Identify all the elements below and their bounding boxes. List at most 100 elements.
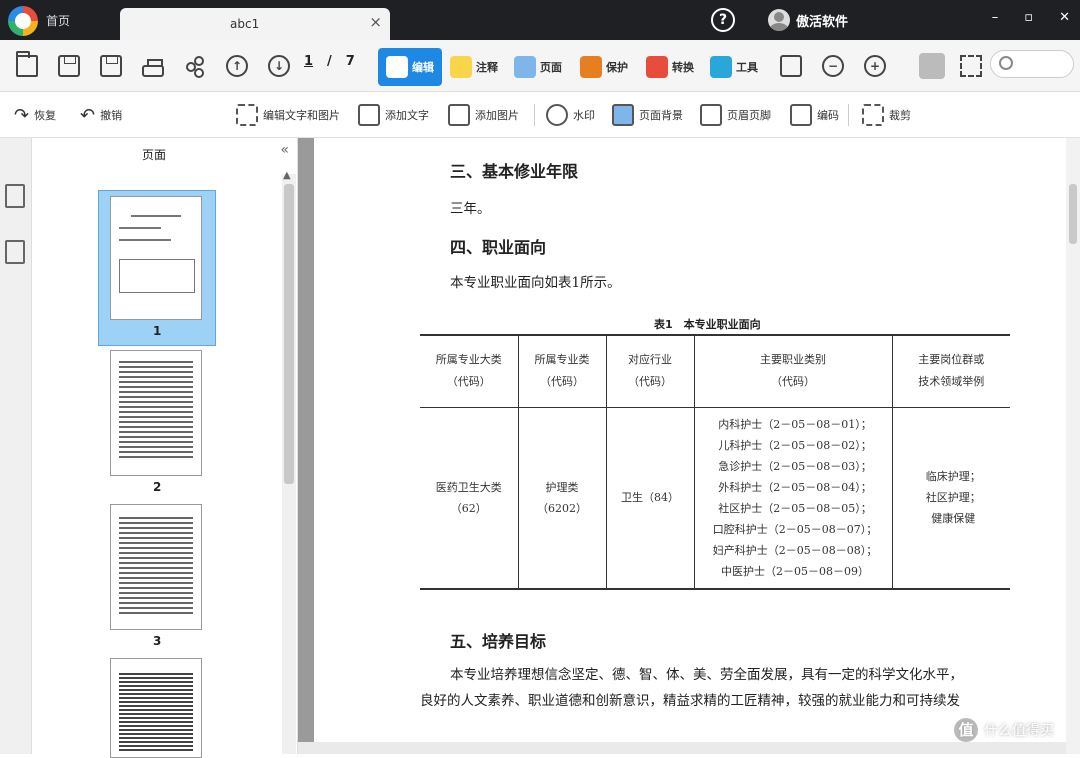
table-header: 对应行业 （代码） <box>605 334 694 408</box>
mode-annotate[interactable]: 注释 <box>450 48 498 86</box>
mode-edit[interactable]: 编辑 <box>378 48 442 86</box>
mode-protect-label: 保护 <box>606 61 628 74</box>
header-footer-button[interactable]: 页眉页脚 <box>700 102 771 128</box>
save-button[interactable] <box>56 40 82 92</box>
prev-page-button[interactable]: ↑ <box>224 40 250 92</box>
select-tool-button[interactable] <box>958 40 984 92</box>
table-row: 医药卫生大类 （62） 护理类 （6202） 卫生（84） 内科护士（2－05－… <box>420 407 1010 590</box>
thumbnail-number: 3 <box>153 634 162 648</box>
hand-tool-button[interactable] <box>916 40 948 92</box>
page-background-button[interactable]: 页面背景 <box>612 102 683 128</box>
collapse-panel-icon[interactable]: « <box>280 142 289 158</box>
tab-document[interactable]: abc1 × <box>120 8 390 40</box>
help-icon[interactable]: ? <box>711 8 735 32</box>
crop-icon <box>862 104 884 126</box>
zoom-in-button[interactable]: + <box>862 40 888 92</box>
pages-panel-icon[interactable] <box>5 184 25 208</box>
main-toolbar: ↑ ↓ 1 / 7 编辑 注释 页面 保护 转换 工具 − + <box>0 40 1080 92</box>
current-page-input[interactable]: 1 <box>304 54 313 69</box>
minimize-button[interactable]: – <box>992 10 999 25</box>
thumb-line <box>119 227 161 229</box>
share-icon <box>184 55 206 77</box>
undo-button[interactable]: ↶ 撤销 <box>80 102 122 128</box>
print-icon <box>142 59 164 77</box>
scroll-up-icon[interactable]: ▲ <box>283 170 291 181</box>
zoom-out-icon: − <box>822 55 844 77</box>
restore-button[interactable]: ↷ 恢复 <box>14 102 56 128</box>
page-indicator: 1 / 7 <box>304 54 355 69</box>
save-icon <box>58 55 80 77</box>
edit-text-image-button[interactable]: 编辑文字和图片 <box>236 102 340 128</box>
add-text-button[interactable]: 添加文字 <box>358 102 429 128</box>
mode-convert[interactable]: 转换 <box>646 48 694 86</box>
thumb-text <box>119 517 193 617</box>
zoom-in-icon: + <box>864 55 886 77</box>
document-scroll-thumb[interactable] <box>1069 184 1077 244</box>
mode-page[interactable]: 页面 <box>514 48 562 86</box>
arrow-up-icon: ↑ <box>226 55 248 77</box>
table-cell: 卫生（84） <box>605 407 694 590</box>
maximize-button[interactable]: ▫ <box>1024 10 1033 25</box>
mode-protect[interactable]: 保护 <box>580 48 628 86</box>
header-footer-label: 页眉页脚 <box>727 109 771 122</box>
panel-scroll-thumb[interactable] <box>284 184 294 484</box>
page-thumbnail-1[interactable] <box>110 196 202 320</box>
share-button[interactable] <box>182 40 208 92</box>
edit-text-image-icon <box>236 104 258 126</box>
user-account[interactable]: 傲活软件 <box>768 9 848 31</box>
search-icon <box>999 56 1013 70</box>
bookmarks-panel-icon[interactable] <box>5 240 25 264</box>
page-background-icon <box>612 104 634 126</box>
fit-width-icon <box>780 55 802 77</box>
watermark-text: 什么值得买 <box>984 723 1054 739</box>
document-scrollbar[interactable] <box>1066 138 1080 754</box>
paragraph: 本专业培养理想信念坚定、德、智、体、美、劳全面发展，具有一定的科学文化水平， <box>450 667 963 683</box>
numbering-button[interactable]: 编码 <box>790 102 839 128</box>
add-image-label: 添加图片 <box>475 109 519 122</box>
convert-icon <box>646 56 668 78</box>
toolbar-divider <box>848 104 849 126</box>
arrow-down-icon: ↓ <box>268 55 290 77</box>
paragraph: 三年。 <box>450 201 491 217</box>
total-pages: 7 <box>345 54 355 69</box>
window-controls: – ▫ ✕ <box>992 10 1070 25</box>
crop-button[interactable]: 裁剪 <box>862 102 911 128</box>
fit-width-button[interactable] <box>778 40 804 92</box>
next-page-button[interactable]: ↓ <box>266 40 292 92</box>
site-watermark: 值 什么值得买 <box>954 718 1054 742</box>
user-name: 傲活软件 <box>796 14 849 30</box>
panel-scrollbar[interactable]: ▲ <box>282 170 296 754</box>
save-as-button[interactable] <box>98 40 124 92</box>
close-window-button[interactable]: ✕ <box>1059 10 1070 25</box>
undo-label: 撤销 <box>100 109 123 122</box>
add-text-label: 添加文字 <box>385 109 429 122</box>
page-separator: / <box>327 54 332 69</box>
thumbnail-number: 2 <box>153 480 162 494</box>
document-viewport: 三、基本修业年限 三年。 四、职业面向 本专业职业面向如表1所示。 表1 本专业… <box>298 138 1080 754</box>
watermark-button[interactable]: 水印 <box>546 102 595 128</box>
select-area-icon <box>960 55 982 77</box>
watermark-label: 水印 <box>573 109 595 122</box>
tab-home[interactable]: 首页 <box>46 12 70 29</box>
thumb-text <box>119 673 193 753</box>
annotate-icon <box>450 56 472 78</box>
mode-tools[interactable]: 工具 <box>710 48 758 86</box>
add-image-button[interactable]: 添加图片 <box>448 102 519 128</box>
paragraph: 良好的人文素养、职业道德和创新意识，精益求精的工匠精神，较强的就业能力和可持续发 <box>420 693 960 709</box>
zoom-out-button[interactable]: − <box>820 40 846 92</box>
page-thumbnail-panel: 页面 « 1 2 3 ▲ <box>32 138 298 758</box>
protect-icon <box>580 56 602 78</box>
section-heading: 三、基本修业年限 <box>450 162 579 181</box>
page-thumbnail-2[interactable] <box>110 350 202 476</box>
search-input[interactable] <box>990 50 1074 78</box>
table-caption: 表1 本专业职业面向 <box>654 318 761 331</box>
open-button[interactable] <box>14 40 40 92</box>
folder-icon <box>16 51 38 77</box>
table-header: 所属专业大类 （代码） <box>420 334 518 408</box>
tools-icon <box>710 56 732 78</box>
horizontal-scrollbar[interactable] <box>298 742 1066 754</box>
page-thumbnail-3[interactable] <box>110 504 202 630</box>
print-button[interactable] <box>140 40 166 92</box>
page-thumbnail-4[interactable] <box>110 658 202 758</box>
close-tab-icon[interactable]: × <box>369 13 382 31</box>
